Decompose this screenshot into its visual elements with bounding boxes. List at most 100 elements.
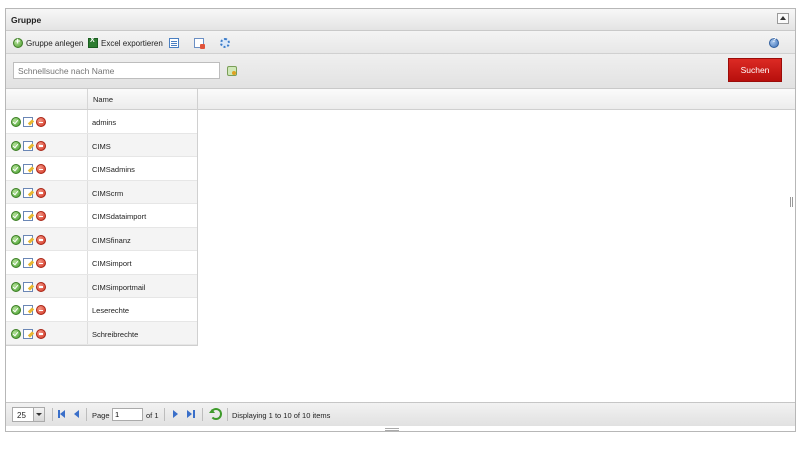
row-actions: [6, 251, 88, 274]
splitter-handle[interactable]: [790, 197, 793, 207]
last-page-icon[interactable]: [185, 409, 195, 419]
table-row[interactable]: admins: [6, 110, 197, 134]
add-group-label: Gruppe anlegen: [26, 38, 84, 48]
table-row[interactable]: Schreibrechte: [6, 321, 197, 345]
delete-icon[interactable]: [36, 281, 46, 292]
page-label: Page: [92, 411, 110, 420]
row-name: CIMSdataimport: [92, 212, 147, 221]
row-name: CIMSfinanz: [92, 235, 131, 245]
excel-icon: [88, 37, 98, 48]
document-button[interactable]: [169, 37, 179, 49]
activate-icon[interactable]: [11, 117, 21, 127]
activate-icon[interactable]: [11, 164, 21, 174]
delete-icon[interactable]: [36, 234, 46, 245]
help-button[interactable]: [769, 37, 779, 49]
row-actions: [6, 180, 88, 203]
delete-icon[interactable]: [36, 211, 46, 221]
activate-icon[interactable]: [11, 140, 21, 151]
pager-separator: [164, 408, 165, 421]
page-size-value: 25: [17, 411, 26, 420]
table-row[interactable]: Leserechte: [6, 298, 197, 322]
delete-icon[interactable]: [36, 117, 46, 127]
row-actions: [6, 274, 88, 297]
group-panel: Gruppe Gruppe anlegen Excel exportieren …: [5, 8, 796, 432]
table-row[interactable]: CIMSimport: [6, 251, 197, 275]
refresh-icon[interactable]: [209, 408, 222, 420]
row-actions: [6, 321, 88, 344]
row-name: CIMS: [92, 141, 111, 151]
delete-icon[interactable]: [36, 258, 46, 268]
row-actions: [6, 110, 88, 133]
row-name: CIMScrm: [92, 188, 124, 198]
activate-icon[interactable]: [11, 234, 21, 245]
toolbar: Gruppe anlegen Excel exportieren: [6, 31, 795, 54]
edit-icon[interactable]: [23, 140, 33, 151]
document-icon: [169, 38, 179, 48]
delete-icon[interactable]: [36, 328, 46, 339]
page-size-select[interactable]: 25: [12, 407, 45, 422]
row-actions: [6, 204, 88, 227]
edit-icon[interactable]: [23, 281, 33, 292]
first-page-icon[interactable]: [58, 409, 68, 419]
row-name: CIMSimportmail: [92, 282, 146, 292]
gear-icon: [220, 38, 230, 48]
edit-icon[interactable]: [23, 305, 33, 315]
row-name: Leserechte: [92, 306, 130, 315]
delete-icon[interactable]: [36, 305, 46, 315]
delete-icon[interactable]: [36, 187, 46, 198]
edit-icon[interactable]: [23, 187, 33, 198]
search-clear-icon[interactable]: [227, 66, 237, 76]
delete-icon[interactable]: [36, 164, 46, 174]
activate-icon[interactable]: [11, 258, 21, 268]
edit-icon[interactable]: [23, 211, 33, 221]
pager-separator: [227, 408, 228, 421]
table-row[interactable]: CIMSimportmail: [6, 274, 197, 298]
row-name: CIMSimport: [92, 259, 132, 268]
column-header-name-label: Name: [93, 95, 114, 104]
delete-icon[interactable]: [36, 140, 46, 151]
search-button[interactable]: Suchen: [728, 58, 782, 82]
edit-icon[interactable]: [23, 164, 33, 174]
pager-toolbar: 25 Page of 1 Displaying 1 to 10 of 10 it…: [6, 402, 795, 426]
grid-bottom-border: [6, 345, 197, 346]
column-header-actions[interactable]: [6, 89, 88, 109]
quick-search-input[interactable]: [13, 62, 220, 79]
panel-titlebar: Gruppe: [6, 9, 795, 31]
table-row[interactable]: CIMSadmins: [6, 157, 197, 181]
collapse-button[interactable]: [777, 13, 789, 24]
row-actions: [6, 298, 88, 321]
pager-status: Displaying 1 to 10 of 10 items: [232, 411, 331, 420]
help-icon: [769, 37, 779, 48]
table-row[interactable]: CIMScrm: [6, 180, 197, 204]
edit-icon[interactable]: [23, 117, 33, 127]
panel-title: Gruppe: [11, 15, 42, 25]
excel-export-button[interactable]: Excel exportieren: [88, 37, 163, 49]
activate-icon[interactable]: [11, 305, 21, 315]
row-name: CIMSadmins: [92, 165, 135, 174]
row-actions: [6, 227, 88, 250]
activate-icon[interactable]: [11, 328, 21, 339]
add-group-button[interactable]: Gruppe anlegen: [13, 36, 84, 49]
document-delete-button[interactable]: [194, 37, 205, 49]
edit-icon[interactable]: [23, 258, 33, 268]
table-row[interactable]: CIMSfinanz: [6, 227, 197, 251]
pager-separator: [202, 408, 203, 421]
settings-button[interactable]: [220, 37, 230, 49]
chevron-down-icon[interactable]: [33, 408, 44, 421]
edit-icon[interactable]: [23, 328, 33, 339]
activate-icon[interactable]: [11, 187, 21, 198]
previous-page-icon[interactable]: [72, 409, 82, 419]
row-name: Schreibrechte: [92, 329, 139, 339]
next-page-icon[interactable]: [171, 409, 181, 419]
table-row[interactable]: CIMSdataimport: [6, 204, 197, 228]
row-actions: [6, 157, 88, 180]
page-number-input[interactable]: [112, 408, 143, 421]
table-row[interactable]: CIMS: [6, 133, 197, 157]
activate-icon[interactable]: [11, 211, 21, 221]
activate-icon[interactable]: [11, 281, 21, 292]
column-header-name[interactable]: Name: [88, 89, 198, 109]
row-actions: [6, 133, 88, 156]
resize-handle[interactable]: [385, 428, 399, 431]
edit-icon[interactable]: [23, 234, 33, 245]
grid-right-border: [197, 89, 198, 346]
